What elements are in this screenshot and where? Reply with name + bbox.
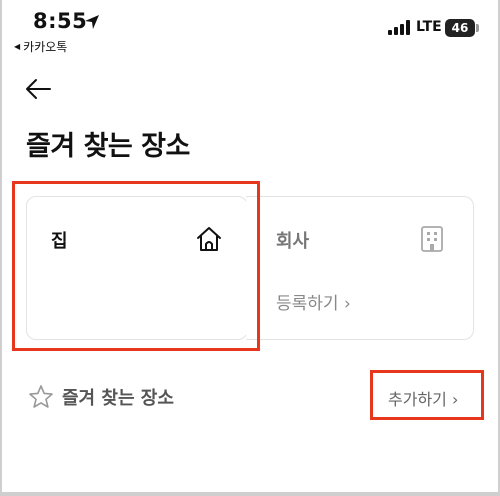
favorites-label: 즐겨 찾는 장소 [62,388,174,409]
work-place-card[interactable]: 회사 등록하기 › [246,196,474,340]
status-bar: 8:55 ◀ 카카오톡 LTE 46 [0,0,500,60]
building-icon [421,226,443,252]
page-title: 즐겨 찾는 장소 [26,131,190,162]
back-arrow-icon[interactable] [24,76,52,102]
back-to-app-link[interactable]: ◀ 카카오톡 [14,38,67,55]
home-label: 집 [51,231,68,252]
location-arrow-icon [85,15,99,29]
star-icon [29,385,53,408]
status-time: 8:55 [33,9,88,33]
battery-nub [476,24,479,32]
home-icon [197,227,221,251]
back-app-label: 카카오톡 [23,40,68,54]
register-work-link[interactable]: 등록하기 › [276,289,351,314]
battery-indicator: 46 [445,19,475,37]
signal-icon [388,20,410,35]
network-type: LTE [416,19,442,35]
add-favorite-link[interactable]: 추가하기 › [388,386,458,410]
work-label: 회사 [276,231,310,252]
home-place-card[interactable]: 집 [26,196,248,340]
back-triangle-icon: ◀ [14,42,21,51]
